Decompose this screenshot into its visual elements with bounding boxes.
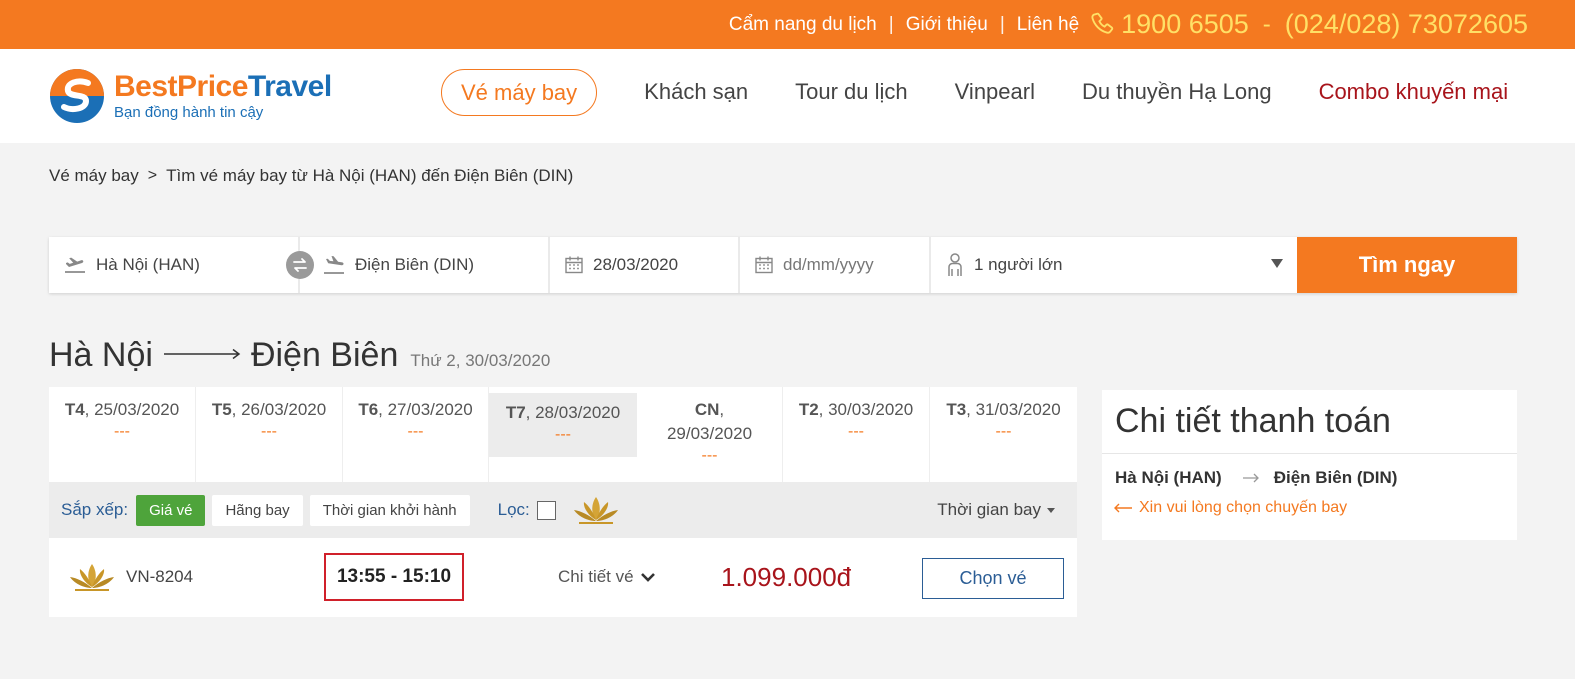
route-to: Điện Biên	[250, 336, 399, 374]
separator: |	[888, 13, 894, 35]
calendar-icon	[754, 255, 774, 275]
phone-alt[interactable]: (024/028) 73072605	[1285, 9, 1528, 40]
date-option[interactable]: T2, 30/03/2020 ---	[783, 387, 930, 482]
date-price: ---	[261, 423, 277, 440]
brand-name: BestPriceTravel	[114, 69, 332, 103]
search-button[interactable]: Tìm ngay	[1297, 237, 1517, 293]
to-value: Điện Biên (DIN)	[355, 255, 475, 274]
nav-combo-promo[interactable]: Combo khuyến mại	[1319, 69, 1509, 116]
date-option[interactable]: T3, 31/03/2020 ---	[930, 387, 1077, 482]
date-option[interactable]: CN, 29/03/2020 ---	[637, 387, 783, 482]
separator: |	[999, 13, 1005, 35]
plane-takeoff-icon	[63, 255, 87, 275]
flight-time: 13:55 - 15:10	[324, 553, 464, 601]
date-price: ---	[848, 423, 864, 440]
flight-price: 1.099.000đ	[721, 562, 852, 592]
phone-separator: -	[1262, 10, 1271, 38]
payment-details-panel: Chi tiết thanh toán Hà Nội (HAN) Điện Bi…	[1102, 390, 1517, 540]
person-icon	[945, 252, 965, 278]
date-price: ---	[995, 423, 1012, 440]
depart-date-field[interactable]: 28/03/2020	[550, 237, 740, 293]
swap-icon[interactable]	[286, 251, 314, 279]
divider	[1102, 453, 1517, 454]
route-date: Thứ 2, 30/03/2020	[410, 351, 551, 370]
depart-date-value: 28/03/2020	[593, 255, 679, 274]
vietnam-airlines-lotus-icon	[67, 561, 117, 598]
ticket-details-toggle[interactable]: Chi tiết vé	[558, 567, 656, 587]
payment-to: Điện Biên (DIN)	[1273, 468, 1398, 487]
dropdown-caret-icon	[1271, 259, 1283, 268]
date-option[interactable]: T4, 25/03/2020 ---	[49, 387, 196, 482]
header: BestPriceTravel Bạn đồng hành tin cậy Vé…	[0, 49, 1575, 143]
nav-vinpearl[interactable]: Vinpearl	[955, 69, 1035, 116]
date-price: ---	[555, 426, 571, 443]
caret-down-icon	[1047, 507, 1055, 513]
arrow-left-icon	[1113, 503, 1133, 513]
breadcrumb-current: Tìm vé máy bay từ Hà Nội (HAN) đến Điện …	[166, 166, 574, 185]
sort-filter-bar: Sắp xếp: Giá vé Hãng bay Thời gian khởi …	[49, 482, 1077, 538]
nav-flights[interactable]: Vé máy bay	[441, 69, 598, 116]
flight-result-row: VN-8204 13:55 - 15:10 Chi tiết vé 1.099.…	[49, 538, 1077, 617]
to-field[interactable]: Điện Biên (DIN)	[300, 237, 550, 293]
main-nav: Vé máy bay Khách sạn Tour du lịch Vinpea…	[441, 69, 1508, 116]
payment-route: Hà Nội (HAN) Điện Biên (DIN)	[1115, 468, 1397, 488]
route-from: Hà Nội	[49, 336, 153, 374]
route-title: Hà Nội Điện Biên Thứ 2, 30/03/2020	[49, 336, 550, 375]
sort-label: Sắp xếp:	[61, 500, 129, 519]
date-selector: T4, 25/03/2020 --- T5, 26/03/2020 --- T6…	[49, 387, 1077, 482]
return-date-placeholder: dd/mm/yyyy	[783, 255, 874, 274]
nav-tours[interactable]: Tour du lịch	[795, 69, 908, 116]
payment-hint: Xin vui lòng chọn chuyến bay	[1113, 499, 1347, 517]
date-option[interactable]: T6, 27/03/2020 ---	[343, 387, 489, 482]
breadcrumb-home[interactable]: Vé máy bay	[49, 166, 139, 186]
sort-by-price[interactable]: Giá vé	[136, 494, 206, 526]
breadcrumb-separator: >	[147, 167, 158, 184]
logo[interactable]: BestPriceTravel Bạn đồng hành tin cậy	[48, 67, 332, 125]
filter-airline-checkbox[interactable]	[536, 500, 556, 520]
arrow-right-icon	[1242, 473, 1260, 483]
top-links: Cẩm nang du lịch | Giới thiệu | Liên hệ …	[729, 0, 1528, 49]
link-travel-guide[interactable]: Cẩm nang du lịch	[729, 14, 877, 36]
date-price: ---	[114, 423, 130, 440]
sort-by-departure-time[interactable]: Thời gian khởi hành	[309, 494, 470, 526]
link-about[interactable]: Giới thiệu	[906, 14, 988, 36]
sort-by-airline[interactable]: Hãng bay	[212, 494, 303, 526]
link-contact[interactable]: Liên hệ	[1017, 14, 1079, 36]
payment-title: Chi tiết thanh toán	[1115, 402, 1391, 440]
flight-search-form: Hà Nội (HAN) Điện Biên (DIN) 28/03/2020 …	[49, 237, 1517, 293]
vietnam-airlines-lotus-icon	[571, 494, 621, 526]
date-option-selected[interactable]: T7, 28/03/2020 ---	[489, 387, 637, 482]
top-bar: Cẩm nang du lịch | Giới thiệu | Liên hệ …	[0, 0, 1575, 49]
passenger-select[interactable]: 1 người lớn	[931, 237, 1297, 293]
choose-ticket-button[interactable]: Chọn vé	[922, 558, 1064, 599]
nav-hotels[interactable]: Khách sạn	[644, 69, 748, 116]
from-field[interactable]: Hà Nội (HAN)	[49, 237, 300, 293]
plane-landing-icon	[322, 255, 346, 275]
from-value: Hà Nội (HAN)	[96, 255, 200, 274]
passenger-value: 1 người lớn	[974, 255, 1063, 274]
breadcrumb: Vé máy bay > Tìm vé máy bay từ Hà Nội (H…	[49, 166, 573, 186]
date-option[interactable]: T5, 26/03/2020 ---	[196, 387, 343, 482]
nav-halong-cruise[interactable]: Du thuyền Hạ Long	[1082, 69, 1272, 116]
calendar-icon	[564, 255, 584, 275]
filter-label: Lọc:	[497, 500, 530, 519]
sort-by-duration[interactable]: Thời gian bay	[937, 500, 1055, 520]
date-price: ---	[701, 447, 718, 464]
phone-main[interactable]: 1900 6505	[1121, 9, 1249, 40]
brand-tagline: Bạn đồng hành tin cậy	[114, 103, 264, 121]
return-date-field[interactable]: dd/mm/yyyy	[740, 237, 931, 293]
phone-icon	[1089, 11, 1117, 39]
flight-code: VN-8204	[126, 567, 194, 586]
date-price: ---	[407, 423, 424, 440]
long-arrow-icon	[163, 348, 241, 360]
logo-icon	[50, 69, 104, 123]
payment-from: Hà Nội (HAN)	[1115, 468, 1222, 487]
chevron-down-icon	[640, 571, 656, 583]
